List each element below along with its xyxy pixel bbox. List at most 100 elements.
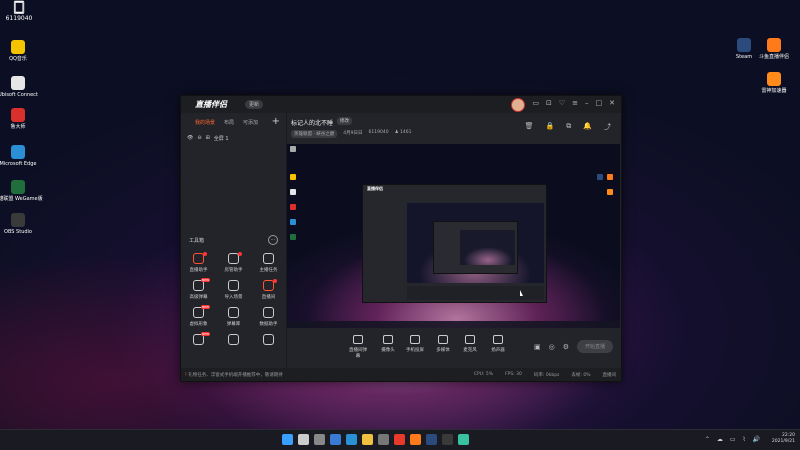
file-explorer-icon[interactable] [362, 434, 373, 445]
eye-icon[interactable]: ◎ [549, 343, 555, 351]
control-button[interactable]: 麦克风 [459, 335, 481, 353]
app-icon [767, 38, 781, 52]
stream-header: 标记人的北不睡 修改 英雄联盟 · 峡谷之巅 4月9日日 6119040 ♟ 1… [287, 113, 621, 143]
category-tag[interactable]: 英雄联盟 · 峡谷之巅 [291, 130, 338, 138]
tools-grid: 直播助手 房管助手 主播任务 NEW 高级弹幕 导入场景 直播间 NEW 虚拟形象 弹幕库 数据助手… [181, 252, 286, 348]
nested-app-capture: 直播伴侣 [362, 184, 547, 303]
tool-icon [228, 334, 239, 345]
tool-item[interactable] [216, 334, 251, 348]
screen-icon[interactable]: ⊡ [546, 99, 552, 107]
tool-item[interactable]: 主播任务 [251, 253, 286, 273]
desktop-icon[interactable]: 英雄联盟 WeGame版 [0, 180, 44, 203]
desktop-icon[interactable]: 雷神加速器 [748, 72, 800, 95]
tools-label: 工具箱 [189, 238, 205, 244]
steam-icon[interactable] [426, 434, 437, 445]
tool-item[interactable]: 直播间 [251, 279, 286, 300]
lock-icon[interactable]: ⊖ [197, 135, 201, 142]
tool-label: 主播任务 [259, 268, 278, 273]
gift-icon[interactable]: 🗑 [525, 122, 534, 132]
volume-icon[interactable]: 🔊 [753, 436, 760, 443]
control-label: 手机投屏 [406, 348, 424, 353]
widgets-icon[interactable] [330, 434, 341, 445]
control-button[interactable]: 摄像头 [377, 335, 399, 353]
more-tools-icon[interactable]: ⋯ [268, 235, 278, 245]
scene-type-icon: ⊞ [205, 135, 210, 141]
scene-tab[interactable]: 我的场景 [195, 119, 215, 126]
start-stream-button[interactable]: 开始直播 [576, 340, 613, 353]
close-icon[interactable]: ✕ [609, 99, 615, 107]
desktop-icon[interactable]: Microsoft Edge [0, 145, 44, 168]
douyu-icon[interactable] [410, 434, 421, 445]
bell-icon[interactable]: 🔔 [583, 122, 592, 132]
tool-item[interactable]: 直播助手 [181, 252, 216, 273]
notification-dot [273, 279, 277, 283]
status-stat: 直播间 [602, 373, 617, 378]
clock[interactable]: 22:20 2021/9/21 [772, 433, 795, 445]
update-badge[interactable]: 更新 [245, 100, 264, 109]
scene-tab[interactable]: 布局 [224, 119, 234, 126]
control-button[interactable]: 扬声器 [487, 335, 509, 353]
battery-icon[interactable]: ▭ [730, 436, 736, 443]
lock-icon[interactable]: 🔒 [546, 122, 555, 132]
modify-title-button[interactable]: 修改 [337, 117, 352, 125]
room-id: 6119040 [368, 130, 389, 135]
tool-item[interactable]: NEW 虚拟形象 [181, 305, 216, 327]
desktop-icon[interactable]: 斗鱼直播伴侣 [748, 38, 800, 61]
status-stat: CPU: 5% [473, 372, 494, 377]
tool-item[interactable]: 数据助手 [251, 307, 286, 327]
tool-label: 直播助手 [189, 268, 208, 273]
maximize-icon[interactable]: □ [596, 99, 603, 107]
scene-item[interactable]: 👁 ⊖ ⊞ 全屏 1 [187, 135, 229, 142]
taskbar: ⌃ ☁ ▭ ⌇ 🔊 22:20 2021/9/21 [0, 429, 800, 450]
minimize-icon[interactable]: – [585, 99, 589, 107]
nested-controls [407, 286, 544, 300]
app-icon [11, 180, 25, 194]
wifi-icon[interactable]: ⌇ [743, 436, 746, 443]
control-button[interactable]: 手机投屏 [404, 335, 426, 353]
desktop-icon-label: 鲁大师 [10, 124, 26, 130]
preview-desktop-icon [290, 234, 296, 240]
tool-item[interactable]: NEW [181, 332, 216, 348]
search-icon[interactable] [298, 434, 309, 445]
desktop-icon[interactable]: Ubisoft Connect [0, 76, 44, 99]
preview-taskbar [287, 321, 620, 328]
obs-icon[interactable] [442, 434, 453, 445]
tool-label: 虚拟形象 [189, 322, 208, 327]
app-icon[interactable] [458, 434, 469, 445]
control-icon [493, 335, 503, 344]
share-icon[interactable]: ⤴ [604, 122, 611, 132]
tool-item[interactable]: 弹幕库 [216, 307, 251, 327]
notification-dot [238, 252, 242, 256]
settings-icon[interactable]: ⚙ [563, 343, 569, 351]
scene-tab[interactable]: 可添加 [243, 119, 258, 126]
cloud-icon[interactable]: ☁ [717, 436, 723, 443]
avatar[interactable] [511, 98, 525, 112]
share-screen-icon[interactable]: ⧉ [566, 122, 571, 132]
eye-icon[interactable]: 👁 [187, 135, 193, 142]
control-button[interactable]: 多媒体 [432, 335, 454, 353]
app-logo: 直播伴侣 [195, 100, 227, 109]
edge-icon[interactable] [346, 434, 357, 445]
tool-icon [263, 307, 274, 318]
tool-item[interactable] [251, 334, 286, 348]
menu-icon[interactable]: ≡ [572, 99, 578, 107]
mi-icon[interactable] [394, 434, 405, 445]
desktop-icon[interactable]: QQ音乐 [0, 40, 44, 63]
start-icon[interactable] [282, 434, 293, 445]
store-icon[interactable] [378, 434, 389, 445]
task-view-icon[interactable] [314, 434, 325, 445]
add-scene-icon[interactable]: + [272, 116, 280, 127]
chat-icon[interactable]: ▭ [532, 99, 539, 107]
chevron-up-icon[interactable]: ⌃ [705, 436, 710, 443]
desktop-icon-label: QQ音乐 [9, 56, 27, 62]
desktop-icon[interactable]: OBS Studio [0, 213, 44, 236]
heart-icon[interactable]: ♡ [559, 99, 565, 107]
tool-item[interactable]: NEW 高级弹幕 [181, 278, 216, 300]
tool-item[interactable]: 房管助手 [216, 252, 251, 273]
desktop-icon[interactable]: 鲁大师 [0, 108, 44, 131]
stream-preview[interactable]: 直播伴侣 [287, 144, 620, 328]
control-button[interactable]: 直播间弹幕 [347, 335, 369, 359]
record-icon[interactable]: ▣ [534, 343, 541, 351]
stream-title[interactable]: 标记人的北不睡 [291, 118, 333, 127]
tool-item[interactable]: 导入场景 [216, 280, 251, 300]
